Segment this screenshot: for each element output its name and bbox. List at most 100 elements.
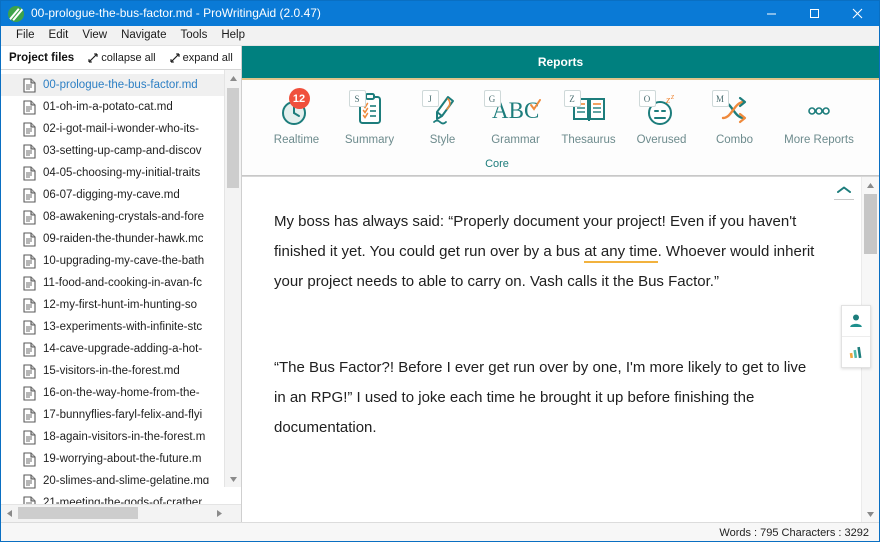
- document-area: My boss has always said: “Properly docum…: [242, 176, 879, 522]
- doc-scroll-down-icon[interactable]: [862, 506, 879, 522]
- file-list-item-label: 10-upgrading-my-cave-the-bath: [43, 255, 205, 267]
- sidebar-scroll-thumb[interactable]: [227, 88, 239, 188]
- file-list-item[interactable]: 09-raiden-the-thunder-hawk.mc: [1, 228, 241, 250]
- menu-item-help[interactable]: Help: [214, 26, 252, 45]
- document-file-icon: [23, 495, 36, 504]
- file-list-item[interactable]: 15-visitors-in-the-forest.md: [1, 360, 241, 382]
- collapse-all-button[interactable]: collapse all: [88, 51, 156, 64]
- ribbon-button-style[interactable]: J Style: [406, 88, 479, 146]
- ribbon-label-summary: Summary: [344, 134, 395, 146]
- file-list-item[interactable]: 17-bunnyflies-faryl-felix-and-flyi: [1, 404, 241, 426]
- menu-item-edit[interactable]: Edit: [42, 26, 76, 45]
- window-title: 00-prologue-the-bus-factor.md - ProWriti…: [31, 6, 321, 20]
- menu-item-tools[interactable]: Tools: [173, 26, 214, 45]
- document-text[interactable]: My boss has always said: “Properly docum…: [242, 177, 862, 522]
- file-list-item-label: 00-prologue-the-bus-factor.md: [43, 79, 198, 91]
- scroll-right-icon[interactable]: [211, 505, 227, 521]
- file-list-item-label: 14-cave-upgrade-adding-a-hot-: [43, 343, 203, 355]
- document-file-icon: [23, 187, 36, 203]
- document-file-icon: [23, 165, 36, 181]
- file-list-item[interactable]: 08-awakening-crystals-and-fore: [1, 206, 241, 228]
- menu-item-view[interactable]: View: [75, 26, 114, 45]
- file-list-item-label: 16-on-the-way-home-from-the-: [43, 387, 200, 399]
- application-window: 00-prologue-the-bus-factor.md - ProWriti…: [0, 0, 880, 542]
- file-list-item[interactable]: 01-oh-im-a-potato-cat.md: [1, 96, 241, 118]
- document-file-icon: [23, 143, 36, 159]
- sidebar-title: Project files: [9, 51, 75, 64]
- file-list-item[interactable]: 02-i-got-mail-i-wonder-who-its-: [1, 118, 241, 140]
- menu-item-navigate[interactable]: Navigate: [114, 26, 173, 45]
- ribbon-button-thesaurus[interactable]: Z Thesaurus: [552, 88, 625, 146]
- person-icon[interactable]: [842, 306, 870, 337]
- ribbon-button-summary[interactable]: S Summary: [333, 88, 406, 146]
- file-list-item[interactable]: 14-cave-upgrade-adding-a-hot-: [1, 338, 241, 360]
- expand-all-button[interactable]: expand all: [170, 52, 233, 64]
- prowritingaid-logo-icon: [8, 5, 24, 22]
- main-body: Project files collapse all expand all 00…: [1, 46, 879, 522]
- file-list-item[interactable]: 16-on-the-way-home-from-the-: [1, 382, 241, 404]
- ribbon-button-more-reports[interactable]: More Reports: [771, 88, 867, 146]
- file-list-item[interactable]: 04-05-choosing-my-initial-traits: [1, 162, 241, 184]
- ribbon-group-label-core: Core: [485, 158, 509, 170]
- file-list-item[interactable]: 00-prologue-the-bus-factor.md: [1, 74, 241, 96]
- file-list-item-label: 03-setting-up-camp-and-discov: [43, 145, 202, 157]
- sidebar-horizontal-scrollbar[interactable]: [1, 504, 241, 522]
- document-file-icon: [23, 99, 36, 115]
- file-list-item[interactable]: 10-upgrading-my-cave-the-bath: [1, 250, 241, 272]
- sidebar-header: Project files collapse all expand all: [1, 46, 241, 70]
- shortcut-badge-summary: S: [348, 90, 366, 107]
- file-list-container: 00-prologue-the-bus-factor.md 01-oh-im-a-…: [1, 70, 241, 504]
- close-icon[interactable]: [836, 1, 879, 26]
- document-file-icon: [23, 231, 36, 247]
- file-list-item-label: 20-slimes-and-slime-gelatine.mɑ: [43, 475, 210, 487]
- ribbon-button-grammar[interactable]: G ABC Grammar: [479, 88, 552, 146]
- document-file-icon: [23, 209, 36, 225]
- shortcut-badge-thesaurus: Z: [563, 90, 581, 107]
- sidebar-vertical-scrollbar[interactable]: [224, 70, 241, 487]
- file-list-item[interactable]: 03-setting-up-camp-and-discov: [1, 140, 241, 162]
- file-list-item[interactable]: 11-food-and-cooking-in-avan-fc: [1, 272, 241, 294]
- grammar-suggestion-highlight[interactable]: at any time: [584, 243, 658, 263]
- sidebar-hscroll-thumb[interactable]: [18, 507, 138, 519]
- document-file-icon: [23, 319, 36, 335]
- ribbon-button-overused[interactable]: O z z Overused: [625, 88, 698, 146]
- file-list-item[interactable]: 12-my-first-hunt-im-hunting-so: [1, 294, 241, 316]
- maximize-icon[interactable]: [793, 1, 836, 26]
- file-list-item[interactable]: 06-07-digging-my-cave.md: [1, 184, 241, 206]
- scroll-down-icon[interactable]: [225, 471, 241, 487]
- scroll-up-icon[interactable]: [225, 70, 241, 86]
- file-list-item[interactable]: 19-worrying-about-the-future.m: [1, 448, 241, 470]
- file-list-item-label: 13-experiments-with-infinite-stc: [43, 321, 203, 333]
- file-list-item-label: 18-again-visitors-in-the-forest.m: [43, 431, 206, 443]
- ribbon-items: 12 Realtime S Summary J Style G ABC Gram…: [242, 80, 879, 146]
- reports-header: Reports: [242, 46, 879, 80]
- word-count-status: Words : 795 Characters : 3292: [719, 526, 869, 539]
- project-files-sidebar: Project files collapse all expand all 00…: [1, 46, 242, 522]
- file-list-item-label: 08-awakening-crystals-and-fore: [43, 211, 205, 223]
- document-scroll-thumb[interactable]: [864, 194, 877, 254]
- document-file-icon: [23, 253, 36, 269]
- ribbon-button-combo[interactable]: M Combo: [698, 88, 771, 146]
- ribbon-button-realtime[interactable]: 12 Realtime: [260, 88, 333, 146]
- ribbon-label-combo: Combo: [715, 134, 754, 146]
- file-list-item[interactable]: 20-slimes-and-slime-gelatine.mɑ: [1, 470, 241, 492]
- shortcut-badge-style: J: [421, 90, 439, 107]
- bar-chart-icon[interactable]: [842, 337, 870, 367]
- file-list-item[interactable]: 21-meeting-the-gods-of-crather: [1, 492, 241, 504]
- file-list-item[interactable]: 13-experiments-with-infinite-stc: [1, 316, 241, 338]
- file-list-item-label: 04-05-choosing-my-initial-traits: [43, 167, 201, 179]
- minimize-icon[interactable]: [750, 1, 793, 26]
- file-list-item-label: 02-i-got-mail-i-wonder-who-its-: [43, 123, 199, 135]
- file-list[interactable]: 00-prologue-the-bus-factor.md 01-oh-im-a-…: [1, 70, 241, 504]
- collapse-all-label: collapse all: [101, 51, 156, 64]
- scroll-left-icon[interactable]: [1, 505, 17, 521]
- file-list-item-label: 12-my-first-hunt-im-hunting-so: [43, 299, 198, 311]
- menu-item-file[interactable]: File: [9, 26, 42, 45]
- document-file-icon: [23, 121, 36, 137]
- file-list-item[interactable]: 18-again-visitors-in-the-forest.m: [1, 426, 241, 448]
- doc-scroll-up-icon[interactable]: [862, 177, 879, 193]
- document-paragraph-1: My boss has always said: “Properly docum…: [274, 207, 820, 297]
- document-file-icon: [23, 385, 36, 401]
- file-list-item-label: 01-oh-im-a-potato-cat.md: [43, 101, 173, 113]
- ribbon-label-realtime: Realtime: [273, 134, 320, 146]
